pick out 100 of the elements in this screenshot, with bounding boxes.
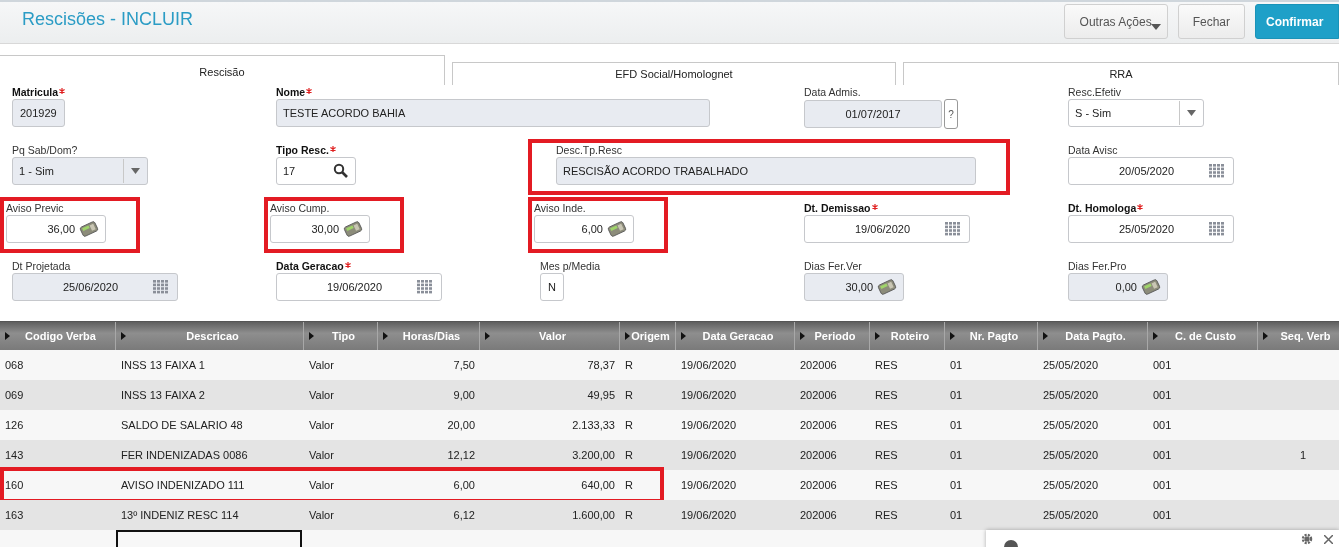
- calendar-icon[interactable]: [153, 280, 169, 294]
- table-cell-text: 202006: [799, 388, 838, 403]
- field-label: Aviso Cump.: [270, 203, 330, 214]
- table-cell-text: 19/06/2020: [680, 478, 738, 493]
- table-cell-text: R: [624, 418, 634, 433]
- caret-icon: [1150, 24, 1161, 30]
- calculator-icon[interactable]: [1141, 279, 1161, 295]
- calculator-icon[interactable]: [343, 221, 363, 237]
- help-button[interactable]: ?: [944, 99, 958, 129]
- table-cell-text: Valor: [308, 448, 335, 463]
- input-field[interactable]: 30,00: [270, 215, 370, 243]
- table-cell-text: RES: [874, 358, 899, 373]
- input-field[interactable]: RESCISÃO ACORDO TRABALHADO: [556, 157, 976, 185]
- table-cell-text: 25/05/2020: [1042, 448, 1100, 463]
- input-field[interactable]: 01/07/2017: [804, 100, 942, 128]
- table-cell-text: 202006: [799, 508, 838, 523]
- table-cell-text: 49,95: [586, 388, 616, 403]
- sort-arrow-icon[interactable]: [1153, 332, 1158, 340]
- tab[interactable]: RRA: [903, 62, 1339, 85]
- table-cell-text: Valor: [308, 478, 335, 493]
- sort-arrow-icon[interactable]: [875, 332, 880, 340]
- action-button[interactable]: Fechar: [1177, 4, 1245, 39]
- field-label: Dias Fer.Pro: [1068, 261, 1127, 272]
- field-label: Resc.Efetiv: [1068, 87, 1122, 98]
- calendar-icon[interactable]: [1209, 164, 1225, 178]
- table-cell-text: 01: [949, 358, 964, 373]
- input-field[interactable]: 25/05/2020: [1068, 215, 1234, 243]
- page-title: Rescisões - INCLUIR: [22, 9, 194, 30]
- table-cell-text: 6,12: [452, 508, 476, 523]
- table-cell-text: 001: [1152, 418, 1173, 433]
- search-icon[interactable]: [333, 163, 349, 179]
- sort-arrow-icon[interactable]: [485, 332, 490, 340]
- table-cell-text: 19/06/2020: [680, 448, 738, 463]
- table-cell-text: 20,00: [446, 418, 476, 433]
- tab[interactable]: EFD Social/Homolognet: [452, 62, 896, 85]
- table-cell-text: 01: [949, 478, 964, 493]
- table-cell-text: 9,00: [452, 388, 476, 403]
- table-cell-text: 6,00: [452, 478, 476, 493]
- input-field[interactable]: N: [540, 273, 564, 301]
- input-field[interactable]: 36,00: [6, 215, 106, 243]
- sort-arrow-icon[interactable]: [1263, 332, 1268, 340]
- table-cell-text: 25/05/2020: [1042, 508, 1100, 523]
- table-cell-text: 13º INDENIZ RESC 114: [120, 508, 240, 523]
- input-field[interactable]: 19/06/2020: [276, 273, 442, 301]
- input-field[interactable]: 25/06/2020: [12, 273, 178, 301]
- sort-arrow-icon[interactable]: [800, 332, 805, 340]
- table-cell-text: 202006: [799, 418, 838, 433]
- table-cell-text: 3.200,00: [571, 448, 616, 463]
- field-label: Desc.Tp.Resc: [556, 145, 622, 156]
- sort-arrow-icon[interactable]: [5, 332, 10, 340]
- table-cell-text: RES: [874, 388, 899, 403]
- calendar-icon[interactable]: [417, 280, 433, 294]
- table-cell-text: Valor: [308, 388, 335, 403]
- table-cell-text: INSS 13 FAIXA 2: [120, 388, 206, 403]
- sort-arrow-icon[interactable]: [309, 332, 314, 340]
- sort-arrow-icon[interactable]: [121, 332, 126, 340]
- sort-arrow-icon[interactable]: [383, 332, 388, 340]
- field-label: Pq Sab/Dom?: [12, 145, 78, 156]
- table-cell-text: 1: [1298, 448, 1308, 463]
- input-field[interactable]: 6,00: [534, 215, 634, 243]
- field-label: Data Geracao: [276, 261, 344, 272]
- table-cell-text: 202006: [799, 478, 838, 493]
- table-cell-text: 163: [4, 508, 25, 523]
- action-button[interactable]: Outras Ações: [1063, 4, 1168, 39]
- input-field[interactable]: 1 - Sim: [12, 157, 148, 185]
- calculator-icon[interactable]: [607, 221, 627, 237]
- settings-icon[interactable]: [1301, 533, 1313, 545]
- input-field[interactable]: 30,00: [804, 273, 904, 301]
- table-cell-text: R: [624, 448, 634, 463]
- table-cell-text: 19/06/2020: [680, 388, 738, 403]
- table-cell-text: Valor: [308, 358, 335, 373]
- table-cell-text: 202006: [799, 448, 838, 463]
- table-cell-text: 25/05/2020: [1042, 478, 1100, 493]
- table-cell-text: 19/06/2020: [680, 508, 738, 523]
- field-label: Aviso Previc: [6, 203, 64, 214]
- calendar-icon[interactable]: [1209, 222, 1225, 236]
- field-label: Data Avisc: [1068, 145, 1118, 156]
- close-icon[interactable]: [1324, 535, 1333, 544]
- input-field[interactable]: 201929: [12, 99, 65, 127]
- input-field[interactable]: 19/06/2020: [804, 215, 970, 243]
- table-row[interactable]: 143 FER INDENIZADAS 0086 Valor 12,12 3.200,00 R 19/06/2020 202006 RES 01 25/05/2020 001 1: [0, 440, 1339, 470]
- input-field[interactable]: TESTE ACORDO BAHIA: [276, 99, 710, 127]
- calendar-icon[interactable]: [945, 222, 961, 236]
- sort-arrow-icon[interactable]: [625, 332, 630, 340]
- sort-arrow-icon[interactable]: [681, 332, 686, 340]
- table-row[interactable]: 126 SALDO DE SALARIO 48 Valor 20,00 2.133,33 R 19/06/2020 202006 RES 01 25/05/2020 001: [0, 410, 1339, 440]
- table-row[interactable]: 068 INSS 13 FAIXA 1 Valor 7,50 78,37 R 19/06/2020 202006 RES 01 25/05/2020 001: [0, 350, 1339, 380]
- tab[interactable]: Rescisão: [0, 55, 445, 85]
- input-field[interactable]: 0,00: [1068, 273, 1168, 301]
- table-row[interactable]: 163 13º INDENIZ RESC 114 Valor 6,12 1.600,00 R 19/06/2020 202006 RES 01 25/05/2020 001: [0, 500, 1339, 530]
- sort-arrow-icon[interactable]: [950, 332, 955, 340]
- table-row[interactable]: 069 INSS 13 FAIXA 2 Valor 9,00 49,95 R 19/06/2020 202006 RES 01 25/05/2020 001: [0, 380, 1339, 410]
- sort-arrow-icon[interactable]: [1043, 332, 1048, 340]
- input-field[interactable]: S - Sim: [1068, 99, 1204, 127]
- table-cell-text: 25/05/2020: [1042, 358, 1100, 373]
- table-cell-text: 01: [949, 508, 964, 523]
- input-field[interactable]: 20/05/2020: [1068, 157, 1234, 185]
- calculator-icon[interactable]: [877, 279, 897, 295]
- input-field[interactable]: 17: [276, 157, 356, 185]
- calculator-icon[interactable]: [79, 221, 99, 237]
